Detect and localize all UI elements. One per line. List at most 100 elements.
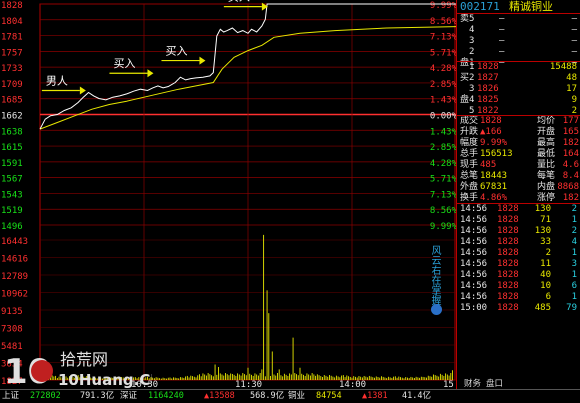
price-tick-label: 1519 bbox=[1, 206, 23, 216]
tick-price: 1828 bbox=[497, 259, 519, 269]
side-tab-label[interactable]: 风云右在掌握 bbox=[429, 245, 442, 305]
buy-volume: 17 bbox=[566, 84, 577, 94]
tick-time: 14:56 bbox=[460, 248, 488, 258]
tick-volume: 485 bbox=[534, 303, 551, 313]
quote-row: 外盘 67831 内盘 8868 bbox=[457, 182, 580, 193]
sell-label: 卖 bbox=[460, 14, 470, 24]
volume-tick-label: 14616 bbox=[1, 255, 28, 265]
price-tick-label: 1543 bbox=[1, 190, 23, 200]
tick-volume: 40 bbox=[540, 270, 551, 280]
quote-row: 总笔 18443 每笔 8.4 bbox=[457, 171, 580, 182]
quote-value-2: 4.6 bbox=[562, 160, 579, 170]
quote-row: 现手 485 量比 4.6 bbox=[457, 160, 580, 171]
sell-level: 4 bbox=[469, 25, 475, 35]
buy-price: 1825 bbox=[477, 95, 499, 105]
tick-row: 14:56 1828 130 2 bbox=[457, 226, 580, 237]
side-tab-icon[interactable] bbox=[431, 304, 442, 315]
tick-count: 1 bbox=[571, 270, 577, 280]
buy-volume: 15488 bbox=[549, 62, 577, 72]
status-item: 791.3亿 bbox=[80, 391, 115, 401]
tab-orderbook[interactable]: 盘口 bbox=[486, 377, 503, 389]
tick-count: 1 bbox=[571, 248, 577, 258]
pct-tick-label: 4.28% bbox=[430, 64, 456, 74]
buy-level: 4 bbox=[469, 95, 475, 105]
status-item: ▲13588 bbox=[204, 391, 235, 401]
buy-row: 3 1826 17 bbox=[457, 84, 580, 95]
quote-key: 总手 bbox=[460, 149, 479, 159]
volume-tick-label: 7308 bbox=[1, 325, 23, 335]
sell-volume: — bbox=[571, 14, 577, 24]
tick-count: 1 bbox=[571, 215, 577, 225]
volume-tick-label: 9135 bbox=[1, 307, 23, 317]
quote-value: ▲166 bbox=[480, 127, 502, 137]
pct-tick-label: 1.43% bbox=[430, 127, 456, 137]
buy-level: 1 bbox=[469, 62, 475, 72]
quote-key-2: 每笔 bbox=[537, 171, 556, 181]
tick-price: 1828 bbox=[497, 292, 519, 302]
panel-divider bbox=[457, 13, 580, 14]
price-tick-label: 1757 bbox=[1, 48, 23, 58]
tab-finance[interactable]: 财务 bbox=[464, 377, 481, 389]
buy-level: 2 bbox=[469, 73, 475, 83]
intraday-chart: 1828 9.99% 1804 8.56% 1781 7.13% 1757 5.71% 1733… bbox=[1, 0, 456, 390]
quote-key: 外盘 bbox=[460, 182, 479, 192]
tick-row: 14:56 1828 10 6 bbox=[457, 281, 580, 292]
quote-row: 升跌 ▲166 开盘 165 bbox=[457, 127, 580, 138]
price-tick-label: 1781 bbox=[1, 33, 23, 43]
quote-key-2: 最低 bbox=[537, 149, 556, 159]
sell-level: 3 bbox=[469, 36, 475, 46]
status-bar: 上证 272802 791.3亿 深证 1164240 ▲13588 568.9亿 铜业 847… bbox=[0, 389, 580, 403]
quote-value: 67831 bbox=[480, 182, 508, 192]
sell-price: — bbox=[499, 36, 505, 46]
tick-volume: 2 bbox=[545, 248, 551, 258]
price-tick-label: 1804 bbox=[1, 17, 23, 27]
sell-row: 卖 5 — — bbox=[457, 14, 580, 25]
panel-divider bbox=[457, 115, 580, 116]
stock-name: 精诚铜业 bbox=[509, 0, 553, 13]
status-item: 铜业 bbox=[288, 391, 306, 401]
sell-row: 3 — — bbox=[457, 36, 580, 47]
quote-value: 9.99% bbox=[480, 138, 508, 148]
tick-row: 14:56 1828 2 1 bbox=[457, 248, 580, 259]
chart-frame bbox=[39, 3, 456, 381]
status-item: ▲1381 bbox=[362, 391, 388, 401]
sell-level: 2 bbox=[469, 47, 475, 57]
price-tick-label: 1496 bbox=[1, 222, 23, 232]
tick-time: 14:56 bbox=[460, 226, 488, 236]
tick-volume: 33 bbox=[540, 237, 551, 247]
pct-tick-label: 7.13% bbox=[430, 190, 456, 200]
quote-value-2: 165 bbox=[562, 127, 579, 137]
tick-row: 14:56 1828 11 3 bbox=[457, 259, 580, 270]
tick-volume: 71 bbox=[540, 215, 551, 225]
price-tick-label: 1685 bbox=[1, 96, 23, 106]
annotation-label: 买入 bbox=[165, 45, 187, 58]
status-item: 41.4亿 bbox=[402, 391, 431, 401]
pct-tick-label: 4.28% bbox=[430, 159, 456, 169]
panel-divider bbox=[457, 203, 580, 204]
volume-tick-label: 12789 bbox=[1, 272, 28, 282]
tick-volume: 130 bbox=[534, 226, 551, 236]
tick-price: 1828 bbox=[497, 248, 519, 258]
quote-key-2: 量比 bbox=[537, 160, 556, 170]
quote-value: 1828 bbox=[480, 116, 502, 126]
quote-key-2: 开盘 bbox=[537, 127, 556, 137]
status-item: 1164240 bbox=[148, 391, 184, 401]
annotation-arrowhead bbox=[79, 86, 86, 95]
tick-price: 1828 bbox=[497, 237, 519, 247]
tick-time: 14:56 bbox=[460, 215, 488, 225]
tick-count: 4 bbox=[571, 237, 577, 247]
tick-time: 14:56 bbox=[460, 237, 488, 247]
quote-value-2: 177 bbox=[562, 116, 579, 126]
watermark-logo: 10 拾荒网 10Huang.CN bbox=[2, 343, 163, 392]
buy-volume: 9 bbox=[571, 95, 577, 105]
sell-row: 4 — — bbox=[457, 25, 580, 36]
price-tick-label: 1662 bbox=[1, 112, 23, 122]
svg-text:10Huang.CN: 10Huang.CN bbox=[58, 371, 152, 389]
tick-count: 2 bbox=[571, 226, 577, 236]
quote-key-2: 最高 bbox=[537, 138, 556, 148]
price-tick-label: 1638 bbox=[1, 127, 23, 137]
buy-row: 买 2 1827 48 bbox=[457, 73, 580, 84]
quote-key: 成交 bbox=[460, 116, 479, 126]
buy-row: 盘 4 1825 9 bbox=[457, 95, 580, 106]
quote-value-2: 8.4 bbox=[562, 171, 579, 181]
